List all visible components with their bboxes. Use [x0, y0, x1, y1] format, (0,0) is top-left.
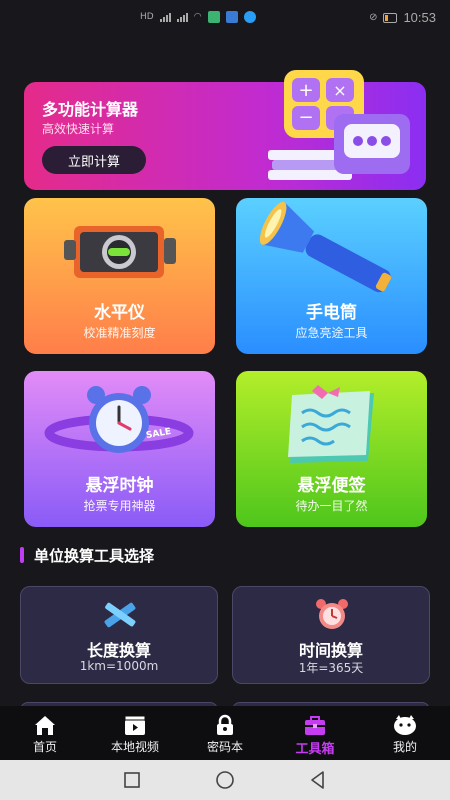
nav-label: 工具箱 — [295, 742, 335, 757]
tool-subtitle: 抢票专用神器 — [83, 499, 156, 513]
clock: 10:53 — [403, 10, 436, 25]
tool-subtitle: 应急亮途工具 — [295, 326, 368, 340]
tool-card-float-clock[interactable]: SALE 悬浮时钟 抢票专用神器 — [24, 371, 215, 527]
nav-home[interactable]: 首页 — [0, 706, 90, 760]
nav-profile[interactable]: 我的 — [360, 706, 450, 760]
converter-subtitle: 1km=1000m — [79, 659, 159, 673]
hd-indicator: HD — [140, 12, 154, 22]
vibrate-icon: ⊘ — [369, 12, 378, 23]
lock-icon — [217, 714, 233, 735]
tool-card-level[interactable]: 水平仪 校准精准刻度 — [24, 198, 215, 354]
battery-icon — [383, 12, 398, 23]
banner-title: 多功能计算器 — [42, 100, 139, 119]
tool-card-flashlight[interactable]: 手电筒 应急亮途工具 — [236, 198, 427, 354]
recents-icon[interactable] — [122, 770, 142, 790]
home-circle-icon[interactable] — [215, 770, 235, 790]
gallery-app-icon — [207, 11, 220, 23]
status-indicators: HD ◠ — [140, 11, 256, 23]
nav-toolbox[interactable]: 工具箱 — [270, 706, 360, 760]
nav-local-video[interactable]: 本地视频 — [90, 706, 180, 760]
system-nav-bar — [0, 760, 450, 800]
nav-password-book[interactable]: 密码本 — [180, 706, 270, 760]
bottom-nav: 首页 本地视频 密码本 工具箱 我的 — [0, 706, 450, 760]
converter-card-time[interactable]: 时间换算 1年=365天 — [232, 586, 430, 684]
calculator-banner[interactable]: 多功能计算器 高效快速计算 立即计算 + × − — [24, 70, 426, 190]
signal-icon-2 — [176, 12, 188, 22]
spirit-level-icon — [64, 226, 176, 278]
nav-label: 我的 — [392, 740, 417, 754]
status-right: ⊘ 10:53 — [369, 10, 436, 25]
ruler-pencil-icon — [104, 602, 136, 628]
tool-subtitle: 校准精准刻度 — [83, 326, 156, 340]
section-accent-bar — [20, 547, 24, 563]
tool-card-float-note[interactable]: 悬浮便签 待办一目了然 — [236, 371, 427, 527]
status-bar: HD ◠ ⊘ 10:53 — [0, 0, 450, 40]
video-icon — [124, 715, 146, 735]
tool-title: 手电筒 — [306, 303, 357, 323]
calculator-illustration-icon: + × − — [268, 70, 410, 180]
svg-text:+: + — [298, 80, 313, 101]
flashlight-icon — [259, 201, 392, 293]
converter-subtitle: 1年=365天 — [298, 661, 364, 675]
wifi-icon: ◠ — [193, 12, 202, 22]
nav-label: 本地视频 — [110, 740, 159, 754]
toolbox-icon — [305, 716, 325, 735]
svg-text:−: − — [298, 107, 313, 128]
converter-card-length[interactable]: 长度换算 1km=1000m — [20, 586, 218, 684]
tool-title: 水平仪 — [94, 303, 145, 323]
nav-label: 密码本 — [206, 740, 243, 754]
tool-subtitle: 待办一目了然 — [295, 499, 368, 513]
home-icon — [35, 716, 55, 735]
tool-title: 悬浮时钟 — [85, 476, 154, 496]
banner-subtitle: 高效快速计算 — [42, 122, 115, 136]
alarm-clock-icon — [316, 599, 348, 629]
alarm-clock-icon — [44, 386, 194, 453]
calculate-now-button[interactable]: 立即计算 — [42, 146, 146, 174]
nav-label: 首页 — [32, 740, 57, 754]
back-icon[interactable] — [308, 770, 328, 790]
converter-title: 长度换算 — [86, 641, 151, 660]
profile-icon — [394, 715, 416, 735]
section-title: 单位换算工具选择 — [34, 547, 155, 565]
sticky-note-icon — [288, 385, 374, 463]
svg-text:×: × — [333, 81, 346, 100]
tool-title: 悬浮便签 — [297, 476, 366, 496]
app-notification-icon — [225, 11, 238, 23]
signal-icon — [159, 12, 171, 22]
browser-notification-icon — [243, 11, 256, 23]
converter-title: 时间换算 — [298, 641, 363, 660]
